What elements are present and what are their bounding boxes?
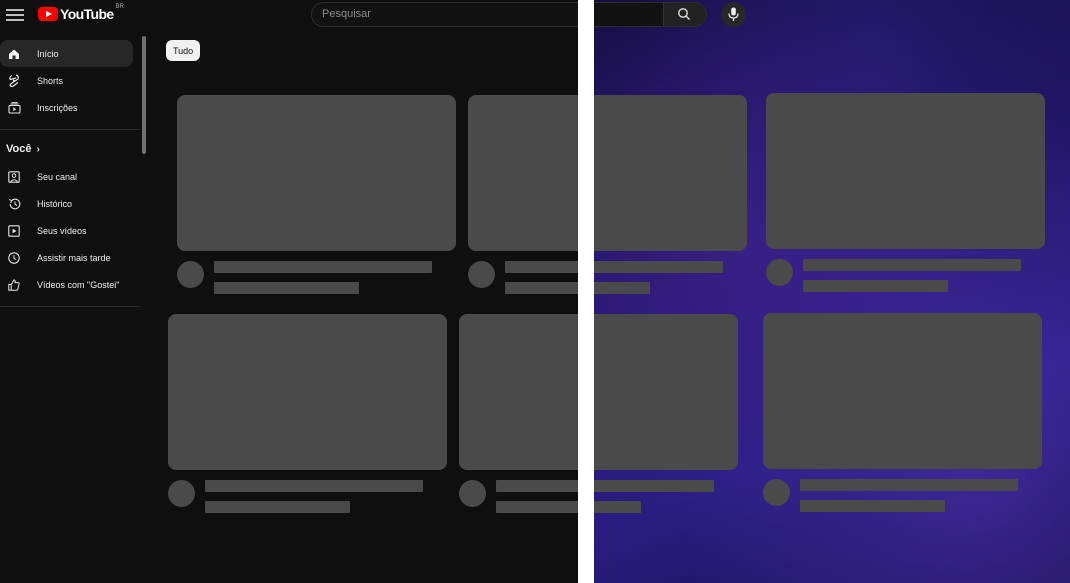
meta-line-placeholder xyxy=(214,282,359,294)
video-thumbnail-placeholder xyxy=(177,95,456,251)
shorts-icon xyxy=(7,74,21,88)
hamburger-menu-icon[interactable] xyxy=(6,6,24,24)
meta-line-placeholder xyxy=(800,500,945,512)
section-title: Você xyxy=(6,143,32,155)
chevron-right-icon: › xyxy=(36,143,40,155)
title-line-placeholder xyxy=(800,479,1018,491)
channel-avatar-placeholder xyxy=(766,259,793,286)
your-videos-icon xyxy=(7,224,21,238)
youtube-logo[interactable]: YouTube BR xyxy=(38,4,124,22)
youtube-play-icon xyxy=(38,7,58,21)
sidebar-item-subscriptions[interactable]: Inscrições xyxy=(0,94,140,121)
channel-avatar-placeholder xyxy=(763,479,790,506)
sidebar-item-label: Seus vídeos xyxy=(37,225,87,236)
video-thumbnail-placeholder xyxy=(763,313,1042,469)
sidebar-divider xyxy=(0,306,140,307)
video-thumbnail-placeholder xyxy=(459,314,738,470)
section-you-header[interactable]: Você › xyxy=(6,138,140,160)
sidebar-divider xyxy=(0,129,140,130)
title-line-placeholder xyxy=(496,480,714,492)
youtube-home-page: YouTube BR Pesquisar Início Shorts Inscr… xyxy=(0,0,1070,583)
title-line-placeholder xyxy=(205,480,423,492)
title-line-placeholder xyxy=(505,261,723,273)
sidebar-item-label: Histórico xyxy=(37,198,73,209)
meta-line-placeholder xyxy=(205,501,350,513)
sidebar-item-watch-later[interactable]: Assistir mais tarde xyxy=(0,244,140,271)
logo-text: YouTube xyxy=(60,6,114,22)
title-line-placeholder xyxy=(214,261,432,273)
microphone-icon xyxy=(728,7,739,21)
sidebar-item-shorts[interactable]: Shorts xyxy=(0,67,140,94)
sidebar-item-your-videos[interactable]: Seus vídeos xyxy=(0,217,140,244)
sidebar-scrollbar[interactable] xyxy=(142,36,146,154)
sidebar-item-home[interactable]: Início xyxy=(0,40,133,67)
video-thumbnail-placeholder xyxy=(766,93,1045,249)
title-line-placeholder xyxy=(803,259,1021,271)
sidebar-item-label: Vídeos com "Gostei" xyxy=(37,279,120,290)
voice-search-button[interactable] xyxy=(721,2,746,27)
home-icon xyxy=(7,47,21,61)
search-input[interactable]: Pesquisar xyxy=(322,8,371,20)
channel-avatar-placeholder xyxy=(468,261,495,288)
sidebar-item-label: Inscrições xyxy=(37,102,78,113)
sidebar: Início Shorts Inscrições Você › Seu cana… xyxy=(0,38,140,315)
chip-all[interactable]: Tudo xyxy=(166,40,201,61)
sidebar-item-label: Início xyxy=(37,48,59,59)
meta-line-placeholder xyxy=(803,280,948,292)
channel-icon xyxy=(7,170,21,184)
history-icon xyxy=(7,197,21,211)
sidebar-item-liked-videos[interactable]: Vídeos com "Gostei" xyxy=(0,271,140,298)
sidebar-item-your-channel[interactable]: Seu canal xyxy=(0,163,140,190)
search-icon xyxy=(678,8,690,20)
subscriptions-icon xyxy=(7,101,21,115)
thumbs-up-icon xyxy=(7,278,21,292)
comparison-divider xyxy=(578,0,594,583)
video-thumbnail-placeholder xyxy=(168,314,447,470)
channel-avatar-placeholder xyxy=(459,480,486,507)
chip-label: Tudo xyxy=(173,45,194,56)
logo-region: BR xyxy=(115,4,124,10)
sidebar-item-label: Assistir mais tarde xyxy=(37,252,111,263)
meta-line-placeholder xyxy=(496,501,641,513)
search-box[interactable]: Pesquisar xyxy=(311,2,707,27)
video-thumbnail-placeholder xyxy=(468,95,747,251)
search-button[interactable] xyxy=(663,3,706,26)
sidebar-item-label: Seu canal xyxy=(37,171,78,182)
channel-avatar-placeholder xyxy=(177,261,204,288)
watch-later-icon xyxy=(7,251,21,265)
sidebar-item-history[interactable]: Histórico xyxy=(0,190,140,217)
sidebar-item-label: Shorts xyxy=(37,75,64,86)
channel-avatar-placeholder xyxy=(168,480,195,507)
